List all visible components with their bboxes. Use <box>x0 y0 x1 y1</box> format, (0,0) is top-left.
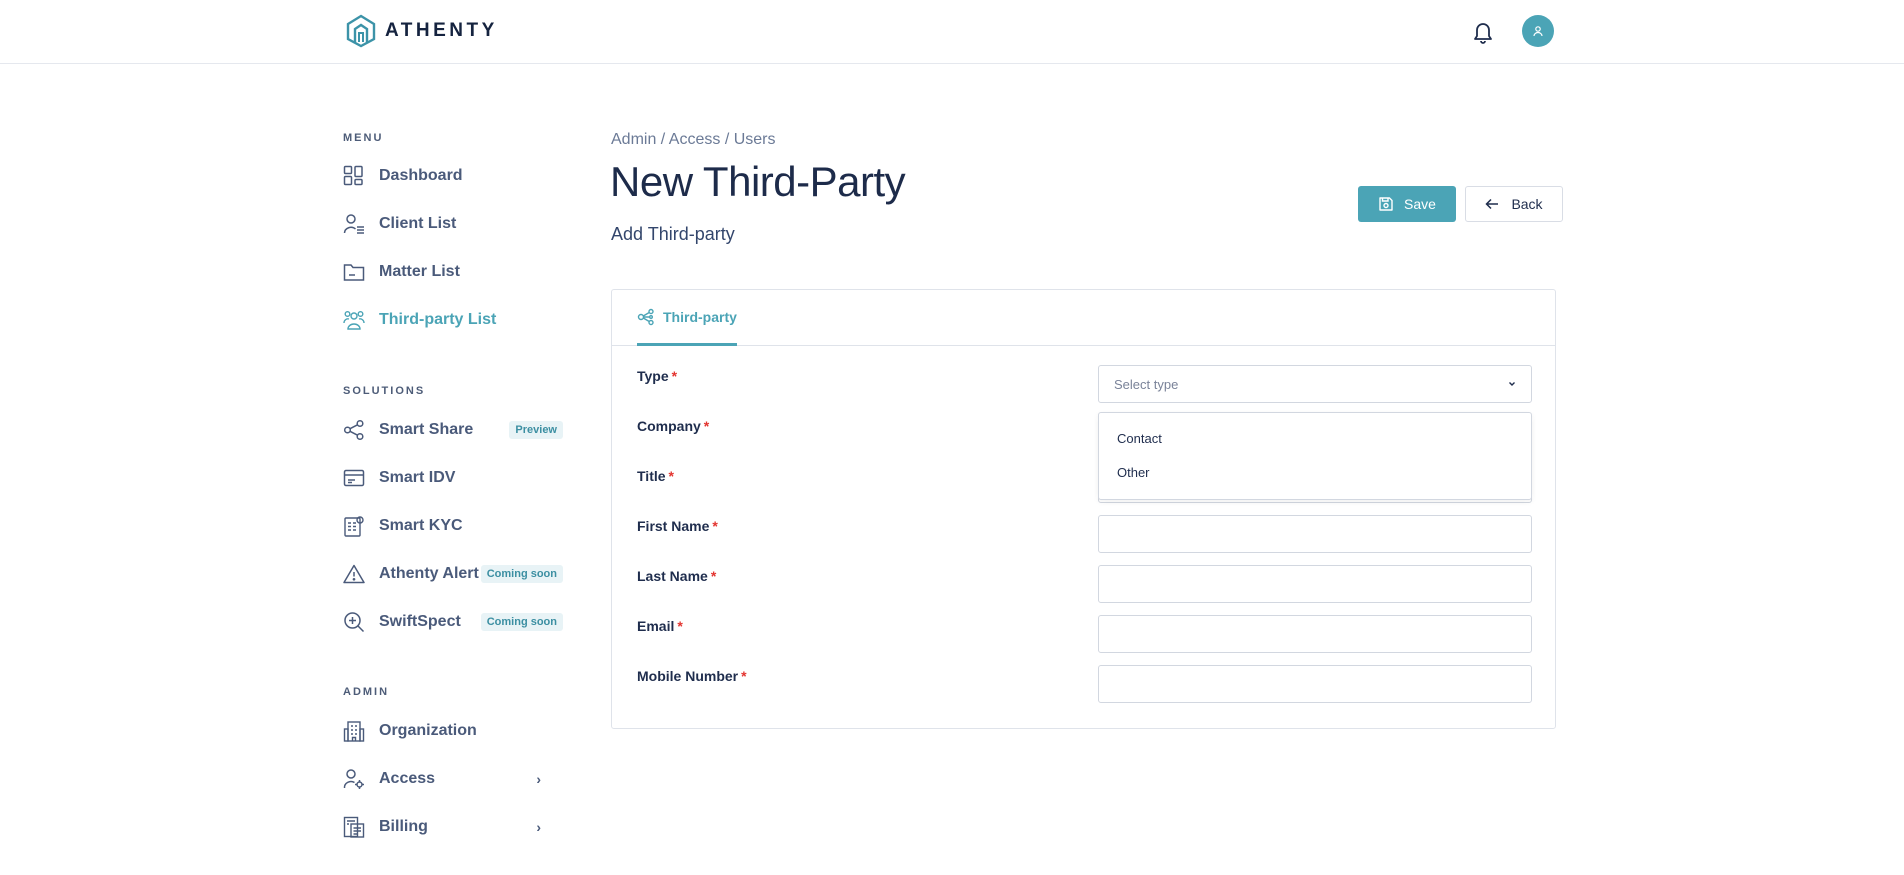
top-bar: ATHENTY <box>0 0 1904 64</box>
sidebar-item-label: Client List <box>379 215 457 232</box>
type-label: Type * <box>637 368 678 384</box>
brand-logo[interactable]: ATHENTY <box>345 14 498 48</box>
sidebar-item-label: Third-party List <box>379 311 497 328</box>
user-icon <box>1533 26 1543 37</box>
sidebar-item-client-list[interactable]: Client List <box>343 207 563 241</box>
sidebar-item-smart-idv[interactable]: Smart IDV <box>343 461 563 495</box>
network-icon <box>637 308 654 325</box>
sidebar-item-label: Billing <box>379 818 428 835</box>
zoom-in-icon <box>343 611 365 633</box>
solutions-section-label: SOLUTIONS <box>343 385 426 397</box>
document-badge-icon <box>343 515 365 537</box>
sidebar-item-organization[interactable]: Organization <box>343 714 563 748</box>
user-list-icon <box>343 213 365 235</box>
mobile-number-field[interactable] <box>1098 665 1532 703</box>
first-name-label: First Name * <box>637 518 718 534</box>
sidebar-item-label: Dashboard <box>379 167 463 184</box>
chevron-down-icon <box>1509 382 1515 386</box>
athenty-logo-icon <box>346 14 376 48</box>
sidebar-item-billing[interactable]: Billing › <box>343 810 563 844</box>
sidebar-item-label: SwiftSpect <box>379 613 461 630</box>
chevron-right-icon: › <box>536 819 541 835</box>
share-icon <box>343 419 365 441</box>
id-card-icon <box>343 467 365 489</box>
last-name-field[interactable] <box>1098 565 1532 603</box>
sidebar-item-label: Smart IDV <box>379 469 456 486</box>
third-party-form-card: Third-party Type * Company * Title * First … <box>611 289 1556 729</box>
sidebar-item-matter-list[interactable]: Matter List <box>343 255 563 289</box>
type-option-other[interactable]: Other <box>1117 465 1150 480</box>
tab-label: Third-party <box>663 308 737 325</box>
building-icon <box>343 720 365 742</box>
sidebar-item-swiftspect[interactable]: SwiftSpect Coming soon <box>343 605 563 639</box>
sidebar-item-dashboard[interactable]: Dashboard <box>343 159 563 193</box>
alert-triangle-icon <box>343 563 365 585</box>
sidebar-item-access[interactable]: Access › <box>343 762 563 796</box>
preview-badge: Preview <box>509 421 563 439</box>
user-avatar[interactable] <box>1522 15 1554 47</box>
sidebar-item-third-party-list[interactable]: Third-party List <box>343 303 563 337</box>
arrow-left-icon <box>1485 198 1499 210</box>
page-title: New Third-Party <box>610 158 906 205</box>
first-name-field[interactable] <box>1098 515 1532 553</box>
folder-icon <box>343 261 365 283</box>
email-label: Email * <box>637 618 683 634</box>
title-label: Title * <box>637 468 674 484</box>
coming-soon-badge: Coming soon <box>480 613 563 631</box>
sidebar-item-label: Smart KYC <box>379 517 463 534</box>
back-button[interactable]: Back <box>1465 186 1563 222</box>
back-button-label: Back <box>1511 196 1543 212</box>
coming-soon-badge: Coming soon <box>480 565 563 583</box>
email-field[interactable] <box>1098 615 1532 653</box>
brand-name: ATHENTY <box>385 20 498 41</box>
notifications-bell-icon[interactable] <box>1471 19 1495 45</box>
invoice-icon <box>343 816 365 838</box>
breadcrumb[interactable]: Admin / Access / Users <box>611 131 776 149</box>
tab-third-party[interactable]: Third-party <box>637 290 737 346</box>
mobile-number-label: Mobile Number * <box>637 668 747 684</box>
type-dropdown-menu: Contact Other <box>1098 412 1532 500</box>
type-select-placeholder: Select type <box>1114 376 1179 392</box>
grid-icon <box>343 165 365 187</box>
sidebar-item-smart-kyc[interactable]: Smart KYC <box>343 509 563 543</box>
save-icon <box>1379 197 1393 211</box>
type-option-contact[interactable]: Contact <box>1117 431 1162 446</box>
admin-section-label: ADMIN <box>343 686 390 698</box>
sidebar-item-label: Organization <box>379 722 477 739</box>
sidebar-item-label: Matter List <box>379 263 460 280</box>
sidebar-item-label: Smart Share <box>379 421 474 438</box>
users-icon <box>343 309 365 331</box>
chevron-right-icon: › <box>536 771 541 787</box>
form-tabs: Third-party <box>612 290 1555 346</box>
sidebar-item-smart-share[interactable]: Smart Share Preview <box>343 413 563 447</box>
save-button-label: Save <box>1404 196 1436 212</box>
type-select[interactable]: Select type <box>1098 365 1532 403</box>
page-subtitle: Add Third-party <box>611 224 735 244</box>
sidebar-item-label: Access <box>379 770 436 787</box>
sidebar-item-athenty-alert[interactable]: Athenty Alert Coming soon <box>343 557 563 591</box>
sidebar-item-label: Athenty Alert <box>379 565 479 582</box>
company-label: Company * <box>637 418 710 434</box>
user-gear-icon <box>343 768 365 790</box>
menu-section-label: MENU <box>343 132 384 144</box>
save-button[interactable]: Save <box>1358 186 1456 222</box>
last-name-label: Last Name * <box>637 568 717 584</box>
